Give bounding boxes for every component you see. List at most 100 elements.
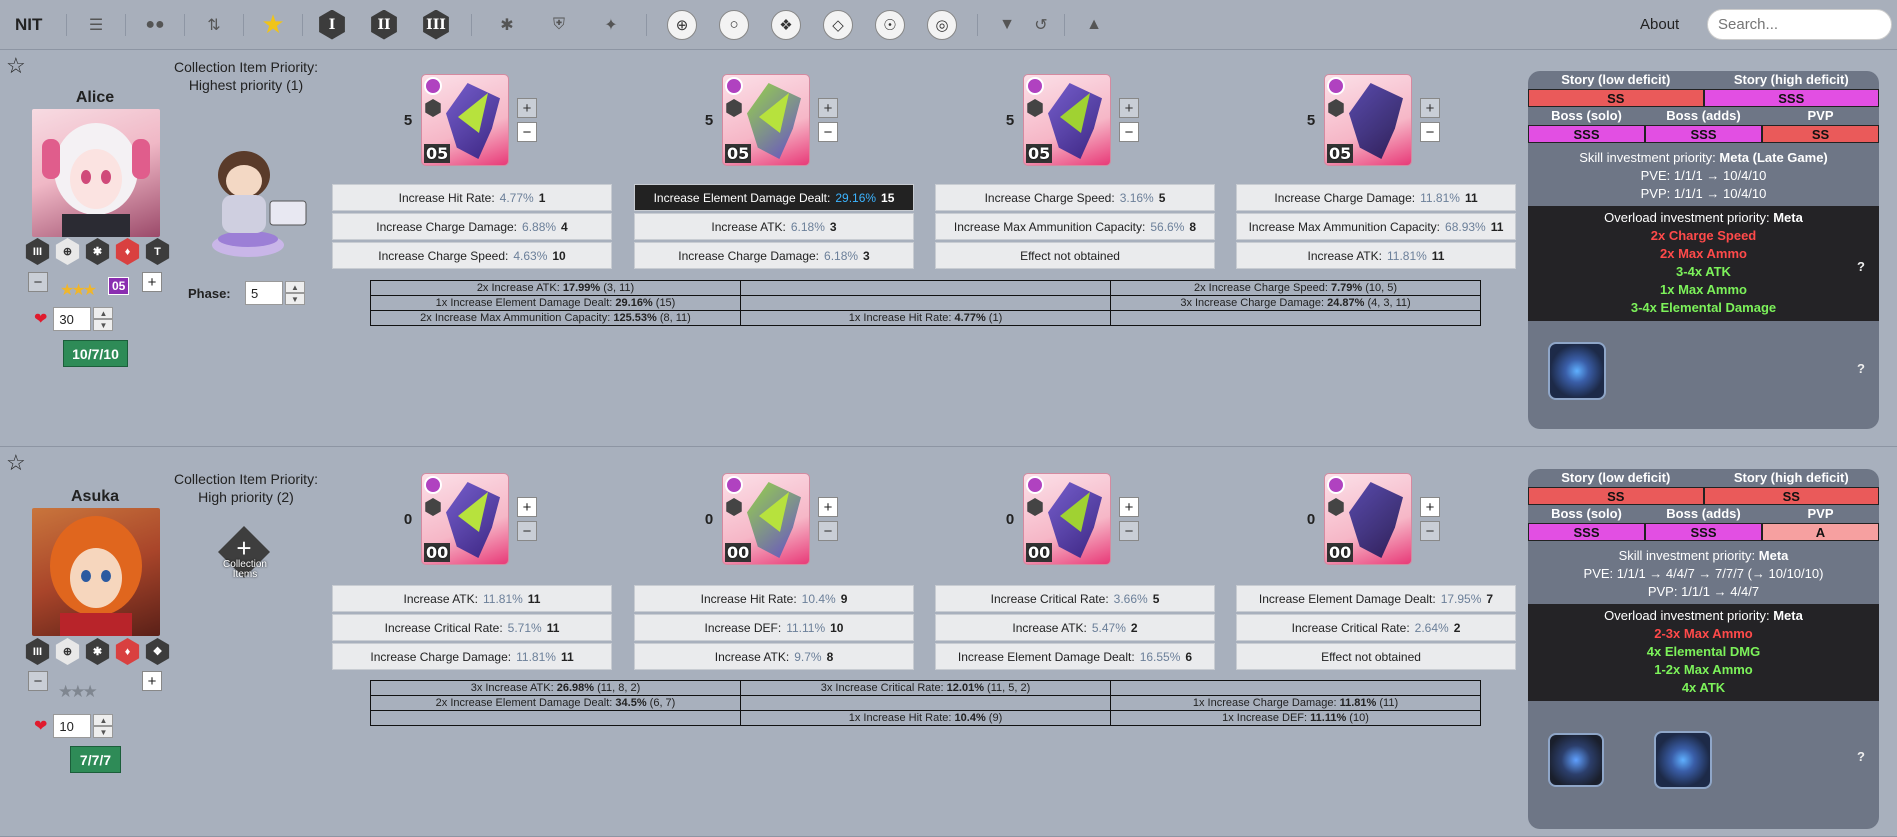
stat-row[interactable]: Increase Element Damage Dealt: 16.55% 6 (935, 643, 1215, 670)
stat-row[interactable]: Increase Charge Damage: 11.81% 11 (1236, 184, 1516, 211)
character-portrait (32, 109, 160, 237)
limit-increase-button[interactable]: + (142, 272, 162, 292)
help-icon[interactable]: ? (1857, 258, 1865, 276)
sort-icon[interactable]: ⇅ (197, 8, 231, 42)
rl-weapon-icon[interactable]: ◇ (821, 8, 855, 42)
gear-decrease-button[interactable]: − (1420, 122, 1440, 142)
skill-levels-badge[interactable]: 10/7/10 (63, 340, 128, 367)
phase-input[interactable]: 5 (245, 281, 283, 305)
stat-row[interactable]: Increase ATK: 6.18% 3 (634, 213, 914, 240)
graduation-cap-icon[interactable]: ▲ (1077, 8, 1111, 42)
chevron-up-icon[interactable]: ▲ (93, 307, 114, 319)
gear-decrease-button[interactable]: − (818, 521, 838, 541)
stat-row[interactable]: Increase ATK: 9.7% 8 (634, 643, 914, 670)
stat-row[interactable]: Increase DEF: 11.11% 10 (634, 614, 914, 641)
sr-weapon-icon[interactable]: ☉ (873, 8, 907, 42)
burst-1-icon[interactable]: I (315, 8, 349, 42)
cube-icon[interactable] (1548, 733, 1604, 787)
search-input[interactable] (1707, 9, 1892, 40)
burst-2-icon[interactable]: II (367, 8, 401, 42)
gear-decrease-button[interactable]: − (818, 122, 838, 142)
stat-row[interactable]: Increase Max Ammunition Capacity: 56.6% 8 (935, 213, 1215, 240)
stat-row[interactable]: Increase Element Damage Dealt: 17.95% 7 (1236, 585, 1516, 612)
level-spinner[interactable]: ▲ ▼ (93, 714, 114, 738)
level-spinner[interactable]: ▲ ▼ (93, 307, 114, 331)
favorite-toggle-icon[interactable]: ☆ (6, 450, 26, 476)
stat-row[interactable]: Increase Max Ammunition Capacity: 68.93% 1… (1236, 213, 1516, 240)
gear-image[interactable]: 00 (1324, 473, 1412, 565)
stat-row[interactable]: Increase Charge Damage: 11.81% 11 (332, 643, 612, 670)
burst-3-icon[interactable]: III (419, 8, 453, 42)
gear-decrease-button[interactable]: − (517, 122, 537, 142)
group-icon[interactable]: ●● (138, 8, 172, 42)
stat-row[interactable]: Increase Critical Rate: 2.64% 2 (1236, 614, 1516, 641)
sg-weapon-icon[interactable]: ❖ (769, 8, 803, 42)
stat-row[interactable]: Increase Charge Speed: 4.63% 10 (332, 242, 612, 269)
limit-increase-button[interactable]: + (142, 671, 162, 691)
gear-image[interactable]: 00 (722, 473, 810, 565)
supporter-class-icon[interactable]: ✦ (594, 8, 628, 42)
defender-class-icon[interactable]: ⛨ (542, 8, 576, 42)
favorite-star-icon[interactable]: ★ (256, 8, 290, 42)
favorite-toggle-icon[interactable]: ☆ (6, 53, 26, 79)
gear-image[interactable]: 00 (421, 473, 509, 565)
help-icon[interactable]: ? (1857, 749, 1865, 764)
about-link[interactable]: About (1640, 16, 1679, 33)
smg-weapon-icon[interactable]: ○ (717, 8, 751, 42)
stat-row[interactable]: Increase Element Damage Dealt: 29.16% 15 (634, 184, 914, 211)
stat-row[interactable]: Increase Charge Speed: 3.16% 5 (935, 184, 1215, 211)
level-input[interactable]: 30 (53, 307, 92, 331)
gear-increase-button[interactable]: + (1119, 98, 1139, 118)
stat-row[interactable]: Increase Charge Damage: 6.18% 3 (634, 242, 914, 269)
cube-icon[interactable] (1654, 731, 1712, 789)
phase-spinner[interactable]: ▲ ▼ (285, 281, 305, 305)
help-icon[interactable]: ? (1857, 361, 1865, 376)
gear-image[interactable]: 05 (722, 74, 810, 166)
chevron-down-icon[interactable]: ▼ (93, 319, 114, 331)
stat-row[interactable]: Increase Critical Rate: 3.66% 5 (935, 585, 1215, 612)
gear-increase-button[interactable]: + (818, 497, 838, 517)
gear-increase-button[interactable]: + (517, 98, 537, 118)
limit-decrease-button[interactable]: − (28, 671, 48, 691)
gear-increase-button[interactable]: + (818, 98, 838, 118)
attacker-class-icon[interactable]: ✱ (490, 8, 524, 42)
gear-decrease-button[interactable]: − (1420, 521, 1440, 541)
gear-image[interactable]: 05 (421, 74, 509, 166)
limit-decrease-button[interactable]: − (28, 272, 48, 292)
gear-decrease-button[interactable]: − (1119, 521, 1139, 541)
gear-image[interactable]: 00 (1023, 473, 1111, 565)
stat-row[interactable]: Increase ATK: 11.81% 11 (1236, 242, 1516, 269)
stat-row[interactable]: Increase Critical Rate: 5.71% 11 (332, 614, 612, 641)
gear-increase-button[interactable]: + (1420, 98, 1440, 118)
gear-increase-button[interactable]: + (517, 497, 537, 517)
ar-weapon-icon[interactable]: ⊕ (665, 8, 699, 42)
chevron-down-icon[interactable]: ▼ (285, 293, 305, 305)
chevron-down-icon[interactable]: ▼ (93, 726, 114, 738)
funnel-icon[interactable]: ▼ (990, 8, 1024, 42)
gear-increase-button[interactable]: + (1420, 497, 1440, 517)
gear-increase-button[interactable]: + (1119, 497, 1139, 517)
stat-row[interactable]: Increase Charge Damage: 6.88% 4 (332, 213, 612, 240)
cube-icon[interactable] (1548, 342, 1606, 400)
skill-levels-badge[interactable]: 7/7/7 (70, 746, 121, 773)
chevron-up-icon[interactable]: ▲ (93, 714, 114, 726)
gear-image[interactable]: 05 (1023, 74, 1111, 166)
summary-cell: 1x Increase Charge Damage: 11.81% (11) (1110, 695, 1481, 711)
summary-cell: 2x Increase ATK: 17.99% (3, 11) (370, 280, 741, 296)
stat-row[interactable]: Effect not obtained (935, 242, 1215, 269)
filters-icon[interactable]: ☰ (79, 8, 113, 42)
chevron-up-icon[interactable]: ▲ (285, 281, 305, 293)
collection-item-image[interactable] (186, 135, 312, 265)
stat-row[interactable]: Increase Hit Rate: 10.4% 9 (634, 585, 914, 612)
gear-decrease-button[interactable]: − (1119, 122, 1139, 142)
reset-icon[interactable]: ↺ (1024, 8, 1058, 42)
stat-row[interactable]: Increase Hit Rate: 4.77% 1 (332, 184, 612, 211)
gear-image[interactable]: 05 (1324, 74, 1412, 166)
stat-row[interactable]: Increase ATK: 5.47% 2 (935, 614, 1215, 641)
mg-weapon-icon[interactable]: ◎ (925, 8, 959, 42)
level-input[interactable]: 10 (53, 714, 92, 738)
stat-row[interactable]: Increase ATK: 11.81% 11 (332, 585, 612, 612)
stat-row[interactable]: Effect not obtained (1236, 643, 1516, 670)
character-name: Alice (75, 89, 115, 106)
gear-decrease-button[interactable]: − (517, 521, 537, 541)
